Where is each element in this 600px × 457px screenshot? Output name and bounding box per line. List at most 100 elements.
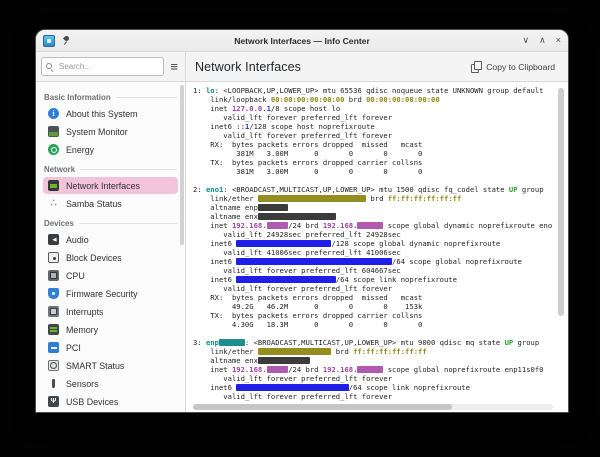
sidebar-item-about-this-system[interactable]: About this System	[43, 105, 178, 122]
sidebar-item-label: USB Devices	[66, 397, 118, 407]
sidebar-section-header: Devices	[44, 219, 177, 228]
copy-icon	[471, 61, 481, 72]
sidebar-item-samba-status[interactable]: Samba Status	[43, 195, 178, 212]
terminal-line: RX: bytes packets errors dropped missed …	[193, 293, 553, 302]
terminal-line: 381M 3.00M 0 0 0 0	[193, 167, 553, 176]
terminal-line: inet6 /64 scope global noprefixroute	[193, 257, 553, 266]
sidebar-item-label: SMART Status	[66, 361, 124, 371]
sidebar-item-network-interfaces[interactable]: Network Interfaces	[43, 177, 178, 194]
cpu-icon	[48, 270, 59, 281]
redacted-ipv4-address	[267, 222, 289, 229]
sidebar-item-firmware-security[interactable]: Firmware Security	[43, 285, 178, 302]
sidebar-item-interrupts[interactable]: Interrupts	[43, 303, 178, 320]
sidebar-item-memory[interactable]: Memory	[43, 321, 178, 338]
menu-icon[interactable]: ≡	[168, 60, 180, 73]
terminal-line: inet 127.0.0.1/8 scope host lo	[193, 104, 553, 113]
minimize-button[interactable]: ∨	[523, 36, 530, 45]
redacted-ipv6-address	[236, 240, 331, 247]
sidebar-item-label: CPU	[66, 271, 85, 281]
copy-to-clipboard-button[interactable]: Copy to Clipboard	[467, 58, 559, 75]
page-title: Network Interfaces	[195, 60, 301, 74]
terminal-line: valid_lft forever preferred_lft forever	[193, 374, 553, 383]
sidebar-toolbar: ≡	[36, 52, 186, 81]
terminal-line	[193, 176, 553, 185]
pci-icon	[48, 342, 59, 353]
redacted-interface-name	[219, 339, 245, 346]
terminal-line: valid_lft forever preferred_lft forever	[193, 284, 553, 293]
sidebar-item-sensors[interactable]: Sensors	[43, 375, 178, 392]
smart-status-icon	[48, 360, 59, 371]
samba-share-icon	[48, 198, 59, 209]
sidebar-item-audio[interactable]: Audio	[43, 231, 178, 248]
redacted-ipv6-address	[236, 276, 336, 283]
redacted-mac-address	[258, 195, 366, 202]
sidebar-section-header: Basic Information	[44, 93, 177, 102]
terminal-line: altname enx	[193, 212, 553, 221]
terminal-line: RX: bytes packets errors dropped missed …	[193, 140, 553, 149]
terminal-line: valid_lft forever preferred_lft 604667se…	[193, 266, 553, 275]
terminal-line: TX: bytes packets errors dropped carrier…	[193, 158, 553, 167]
redacted-ipv4-address	[357, 222, 383, 229]
energy-icon	[48, 144, 59, 155]
redacted-ipv4-address	[357, 366, 383, 373]
block-devices-icon	[48, 252, 59, 263]
close-button[interactable]: ×	[556, 36, 561, 45]
terminal-line: altname enp	[193, 203, 553, 212]
desktop-background: Network Interfaces — Info Center ∨ ∧ × ≡…	[0, 0, 600, 457]
usb-devices-icon	[48, 396, 59, 407]
terminal-line: link/ether brd ff:ff:ff:ff:ff:ff	[193, 194, 553, 203]
terminal-line: 4.30G 18.3M 0 0 0 0	[193, 320, 553, 329]
sidebar-item-pci[interactable]: PCI	[43, 339, 178, 356]
sidebar-item-label: Network Interfaces	[66, 181, 140, 191]
redacted-ipv4-address	[267, 366, 289, 373]
content-area: 1: lo: <LOOPBACK,UP,LOWER_UP> mtu 65536 …	[186, 82, 568, 412]
maximize-button[interactable]: ∧	[539, 36, 546, 45]
sidebar-item-system-monitor[interactable]: System Monitor	[43, 123, 178, 140]
network-interfaces-icon	[48, 180, 59, 191]
titlebar[interactable]: Network Interfaces — Info Center ∨ ∧ ×	[36, 30, 568, 52]
firmware-security-icon	[48, 288, 59, 299]
sidebar-item-cpu[interactable]: CPU	[43, 267, 178, 284]
search-icon	[46, 63, 54, 71]
sidebar-item-label: PCI	[66, 343, 81, 353]
search-box[interactable]	[41, 57, 164, 76]
sidebar-item-smart-status[interactable]: SMART Status	[43, 357, 178, 374]
terminal-line: inet6 /64 scope link noprefixroute	[193, 275, 553, 284]
search-input[interactable]	[57, 61, 159, 72]
app-icon	[43, 35, 55, 47]
sidebar-item-label: Audio	[66, 235, 89, 245]
terminal-line: valid_lft forever preferred_lft forever	[193, 131, 553, 140]
terminal-line: 381M 3.00M 0 0 0 0	[193, 149, 553, 158]
sensors-icon	[48, 378, 59, 389]
sidebar-item-label: Sensors	[66, 379, 99, 389]
sidebar-scrollbar[interactable]	[180, 85, 184, 245]
section-divider	[79, 223, 177, 224]
terminal-line: 49.2G 46.2M 0 0 0 153k	[193, 302, 553, 311]
sidebar-item-label: Samba Status	[66, 199, 122, 209]
sidebar-item-label: Block Devices	[66, 253, 122, 263]
terminal-line: valid_lft forever preferred_lft forever	[193, 113, 553, 122]
vertical-scrollbar[interactable]	[558, 88, 564, 316]
audio-icon	[48, 234, 59, 245]
terminal-line: TX: bytes packets errors dropped carrier…	[193, 311, 553, 320]
redacted-identifier	[258, 204, 288, 211]
section-label: Network	[44, 165, 75, 174]
terminal-line: link/loopback 00:00:00:00:00:00 brd 00:0…	[193, 95, 553, 104]
sidebar: Basic Information About this System System…	[36, 82, 186, 412]
sidebar-item-label: Interrupts	[66, 307, 104, 317]
sidebar-item-label: About this System	[66, 109, 138, 119]
sidebar-item-usb-devices[interactable]: USB Devices	[43, 393, 178, 410]
terminal-line: valid_lft 41006sec preferred_lft 41006se…	[193, 248, 553, 257]
terminal-line: inet 192.168./24 brd 192.168. scope glob…	[193, 221, 553, 230]
horizontal-scrollbar-thumb[interactable]	[193, 404, 452, 410]
terminal-line: 3: enp: <BROADCAST,MULTICAST,UP,LOWER_UP…	[193, 338, 553, 347]
pin-icon[interactable]	[61, 35, 71, 46]
horizontal-scrollbar-track[interactable]	[193, 404, 553, 410]
interrupts-icon	[48, 306, 59, 317]
terminal-line: valid_lft forever preferred_lft forever	[193, 392, 553, 401]
sidebar-item-block-devices[interactable]: Block Devices	[43, 249, 178, 266]
info-center-window: Network Interfaces — Info Center ∨ ∧ × ≡…	[36, 30, 568, 412]
toolbar: ≡ Network Interfaces Copy to Clipboard	[36, 52, 568, 82]
sidebar-item-energy[interactable]: Energy	[43, 141, 178, 158]
info-icon	[48, 108, 59, 119]
